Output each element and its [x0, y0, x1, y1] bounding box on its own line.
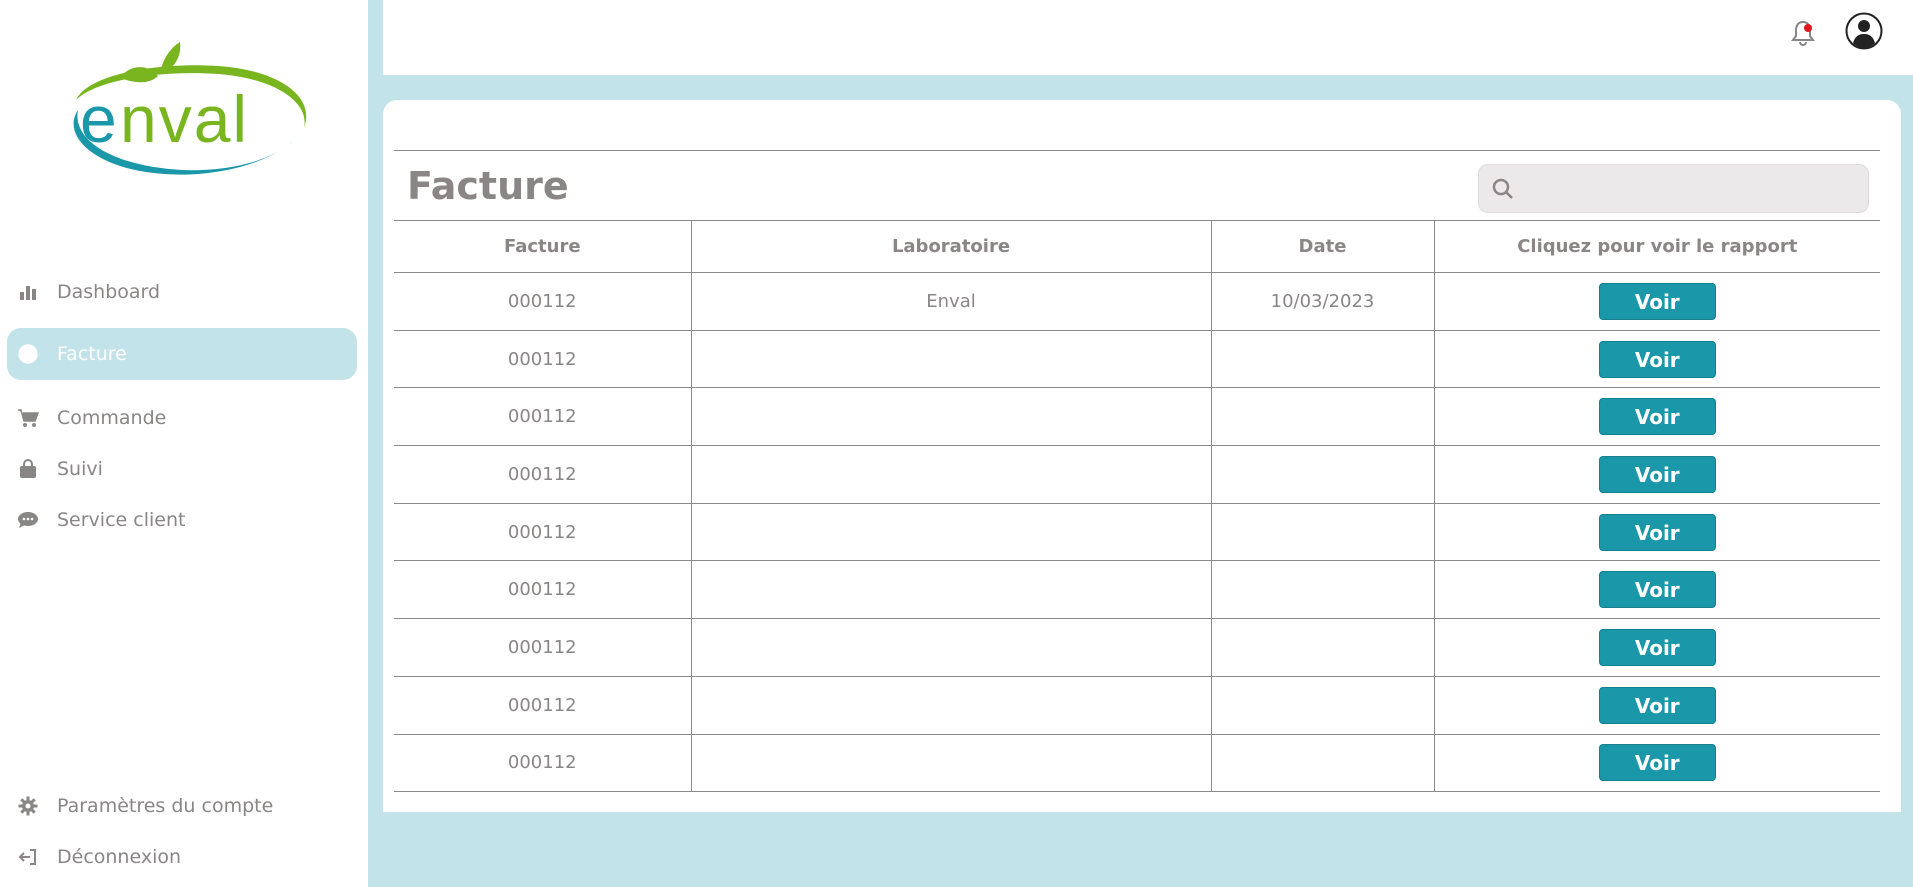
table-row: 000112 Voir: [394, 445, 1880, 504]
cell-action: Voir: [1433, 445, 1880, 504]
table-row: 000112 Voir: [394, 560, 1880, 620]
svg-text:nval: nval: [120, 82, 249, 156]
column-header-rapport: Cliquez pour voir le rapport: [1433, 220, 1880, 273]
cell-date: [1210, 618, 1434, 677]
cell-action: Voir: [1433, 618, 1880, 677]
cell-date: [1210, 734, 1434, 793]
enval-logo[interactable]: e nval: [48, 40, 314, 180]
divider: [394, 150, 1880, 151]
voir-button[interactable]: Voir: [1598, 628, 1716, 666]
table-row: 000112 Voir: [394, 330, 1880, 389]
bag-icon: [17, 458, 39, 480]
cell-laboratoire: [690, 676, 1211, 735]
cell-date: [1210, 676, 1434, 735]
bell-icon[interactable]: [1788, 18, 1818, 48]
voir-button[interactable]: Voir: [1598, 282, 1716, 320]
search-box[interactable]: [1478, 164, 1869, 213]
cell-facture: 000112: [394, 330, 691, 389]
sidebar-item-deconnexion[interactable]: Déconnexion: [7, 831, 357, 883]
cell-action: Voir: [1433, 272, 1880, 331]
cell-laboratoire: [690, 387, 1211, 447]
sidebar-item-facture[interactable]: Facture: [7, 328, 357, 380]
gear-icon: [17, 795, 39, 817]
cell-action: Voir: [1433, 734, 1880, 793]
cell-action: Voir: [1433, 560, 1880, 620]
cell-date: [1210, 445, 1434, 504]
peace-icon: [17, 343, 39, 365]
sidebar-item-label: Dashboard: [57, 281, 161, 303]
sidebar-item-parametres[interactable]: Paramètres du compte: [7, 780, 357, 832]
column-header-laboratoire: Laboratoire: [690, 220, 1211, 273]
cell-facture: 000112: [394, 272, 691, 331]
voir-button[interactable]: Voir: [1598, 686, 1716, 724]
table-row: 000112 Enval 10/03/2023 Voir: [394, 272, 1880, 331]
logout-icon: [17, 846, 39, 868]
sidebar-item-suivi[interactable]: Suivi: [7, 443, 357, 495]
search-icon: [1491, 177, 1515, 201]
svg-text:e: e: [80, 82, 119, 156]
cell-laboratoire: [690, 618, 1211, 677]
cell-facture: 000112: [394, 503, 691, 562]
cell-action: Voir: [1433, 330, 1880, 389]
cell-laboratoire: [690, 445, 1211, 504]
user-avatar-icon[interactable]: [1845, 12, 1883, 50]
voir-button[interactable]: Voir: [1598, 744, 1716, 782]
sidebar-item-commande[interactable]: Commande: [7, 392, 357, 444]
facture-card: Facture Facture Laboratoire Date Cliquez…: [383, 100, 1901, 812]
sidebar-item-label: Facture: [57, 343, 127, 365]
cell-facture: 000112: [394, 676, 691, 735]
voir-button[interactable]: Voir: [1598, 398, 1716, 436]
sidebar-item-label: Déconnexion: [57, 846, 182, 868]
cart-icon: [17, 407, 39, 429]
voir-button[interactable]: Voir: [1598, 340, 1716, 378]
table-row: 000112 Voir: [394, 676, 1880, 735]
cell-action: Voir: [1433, 503, 1880, 562]
cell-laboratoire: [690, 560, 1211, 620]
sidebar: e nval Dashboard Facture Commande Suivi …: [0, 0, 368, 887]
notification-dot: [1804, 24, 1812, 32]
table-row: 000112 Voir: [394, 734, 1880, 793]
cell-facture: 000112: [394, 618, 691, 677]
cell-facture: 000112: [394, 445, 691, 504]
sidebar-item-label: Suivi: [57, 458, 103, 480]
cell-laboratoire: [690, 734, 1211, 793]
cell-facture: 000112: [394, 734, 691, 793]
cell-laboratoire: Enval: [690, 272, 1211, 331]
sidebar-item-label: Commande: [57, 407, 167, 429]
sidebar-item-service-client[interactable]: Service client: [7, 494, 357, 546]
cell-date: [1210, 330, 1434, 389]
sidebar-item-dashboard[interactable]: Dashboard: [7, 266, 357, 318]
sidebar-item-label: Service client: [57, 509, 186, 531]
voir-button[interactable]: Voir: [1598, 455, 1716, 493]
voir-button[interactable]: Voir: [1598, 513, 1716, 551]
cell-date: [1210, 560, 1434, 620]
cell-action: Voir: [1433, 676, 1880, 735]
cell-date: [1210, 503, 1434, 562]
table-row: 000112 Voir: [394, 387, 1880, 447]
cell-laboratoire: [690, 330, 1211, 389]
sidebar-item-label: Paramètres du compte: [57, 795, 274, 817]
cell-laboratoire: [690, 503, 1211, 562]
cell-date: 10/03/2023: [1210, 272, 1434, 331]
column-header-date: Date: [1210, 220, 1434, 273]
voir-button[interactable]: Voir: [1598, 571, 1716, 609]
column-header-facture: Facture: [394, 220, 691, 273]
search-input[interactable]: [1527, 173, 1857, 205]
chat-icon: [17, 509, 39, 531]
facture-table: Facture Laboratoire Date Cliquez pour vo…: [394, 220, 1880, 793]
cell-action: Voir: [1433, 387, 1880, 447]
table-row: 000112 Voir: [394, 503, 1880, 562]
bar-chart-icon: [17, 281, 39, 303]
page-title: Facture: [407, 164, 569, 208]
top-bar: [383, 0, 1913, 75]
cell-facture: 000112: [394, 387, 691, 447]
table-row: 000112 Voir: [394, 618, 1880, 677]
table-header-row: Facture Laboratoire Date Cliquez pour vo…: [394, 220, 1880, 273]
cell-date: [1210, 387, 1434, 447]
cell-facture: 000112: [394, 560, 691, 620]
